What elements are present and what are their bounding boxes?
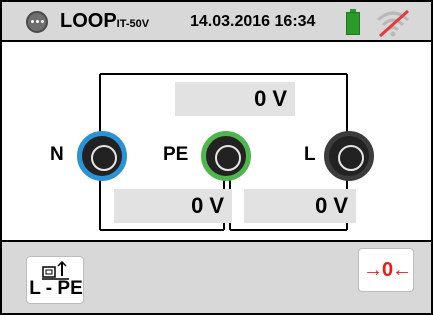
voltage-n-l-unit: V (272, 86, 287, 111)
voltage-l-pe-display: 0V (244, 189, 356, 223)
more-dots-icon[interactable] (26, 11, 48, 33)
voltage-n-pe-unit: V (209, 193, 224, 218)
mode-lpe-button[interactable]: L - PE (26, 256, 84, 304)
terminal-l-icon (324, 131, 374, 181)
zero-calibration-button[interactable]: →0← (358, 248, 414, 292)
voltage-n-l-display: 0V (175, 82, 295, 116)
terminal-l-label: L (304, 144, 316, 165)
page-title: LOOPIT-50V (60, 10, 149, 33)
footer-bar: L - PE →0← (2, 240, 431, 313)
terminal-n-label: N (50, 144, 64, 165)
terminal-pe-label: PE (163, 144, 189, 165)
voltage-l-pe-value: 0 (315, 193, 328, 218)
terminal-pe-icon (201, 131, 251, 181)
title-main: LOOP (60, 10, 117, 32)
wifi-off-icon (376, 9, 410, 38)
terminal-n-icon (77, 131, 127, 181)
battery-icon (346, 9, 360, 35)
mode-lpe-label: L - PE (29, 278, 83, 299)
voltage-n-l-value: 0 (254, 86, 267, 111)
zero-calibration-label: →0← (362, 259, 412, 281)
title-subscript: IT-50V (116, 18, 150, 30)
voltage-n-pe-display: 0V (114, 189, 232, 223)
measurement-area: 0V N PE L 0V 0V (2, 44, 431, 239)
date-time: 14.03.2016 16:34 (190, 13, 316, 30)
header-bar: LOOPIT-50V 14.03.2016 16:34 (2, 2, 431, 42)
voltage-l-pe-unit: V (333, 193, 348, 218)
voltage-n-pe-value: 0 (191, 193, 204, 218)
